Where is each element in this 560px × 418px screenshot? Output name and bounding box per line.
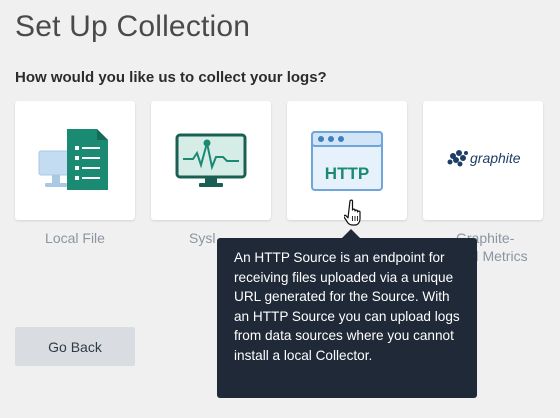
page-title: Set Up Collection: [15, 10, 251, 43]
http-icon-text: HTTP: [325, 164, 369, 183]
hand-pointer-icon: [344, 199, 361, 226]
tooltip-arrow: [342, 229, 360, 238]
local-file-icon: [38, 129, 108, 190]
source-card-syslog[interactable]: [151, 101, 271, 220]
source-card-local-file[interactable]: [15, 101, 135, 220]
go-back-button[interactable]: Go Back: [15, 327, 135, 366]
syslog-monitor-icon: [175, 133, 247, 187]
http-source-tooltip: An HTTP Source is an endpoint for receiv…: [217, 238, 477, 398]
source-card-graphite[interactable]: graphite: [423, 101, 543, 220]
graphite-logo-text: graphite: [470, 150, 521, 166]
collection-question: How would you like us to collect your lo…: [15, 69, 327, 86]
graphite-logo: graphite: [447, 150, 521, 167]
source-label-local-file[interactable]: Local File: [15, 229, 135, 247]
